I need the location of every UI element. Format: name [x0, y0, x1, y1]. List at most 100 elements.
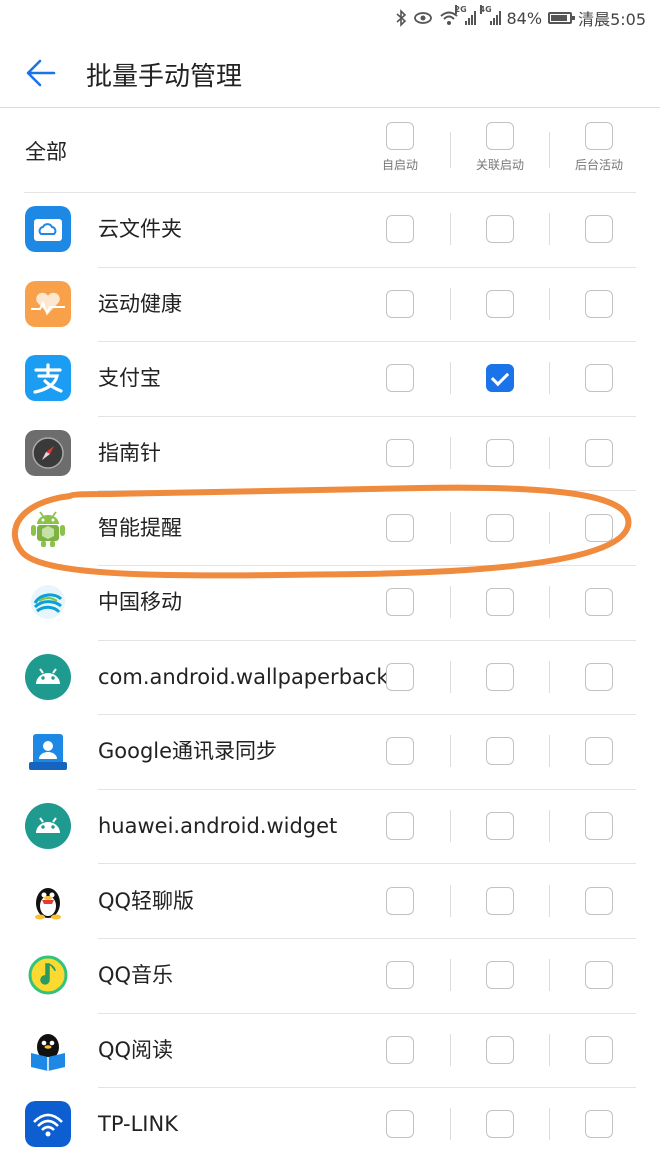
signal-4g-icon: 4G: [479, 5, 501, 25]
bg-activity-checkbox[interactable]: [585, 588, 613, 617]
bg-activity-checkbox[interactable]: [585, 1110, 613, 1139]
row-divider: [98, 1012, 636, 1014]
app-row: 运动健康: [0, 266, 660, 342]
qq-music-icon: [25, 951, 71, 998]
row-divider: [98, 341, 636, 343]
linked-start-checkbox[interactable]: [486, 737, 514, 766]
app-name: 指南针: [98, 441, 161, 466]
auto-start-checkbox[interactable]: [386, 364, 414, 393]
back-arrow-icon[interactable]: [24, 56, 58, 90]
linked-start-checkbox[interactable]: [486, 662, 514, 691]
linked-start-checkbox[interactable]: [486, 961, 514, 990]
bg-activity-checkbox[interactable]: [585, 364, 613, 393]
auto-start-column: 自启动: [360, 122, 440, 173]
select-all-label: 全部: [25, 140, 67, 164]
column-divider: [450, 362, 451, 395]
linked-start-checkbox[interactable]: [486, 588, 514, 617]
auto-start-checkbox[interactable]: [386, 737, 414, 766]
column-divider: [450, 660, 451, 693]
linked-start-checkbox[interactable]: [486, 886, 514, 915]
bg-activity-column-label: 后台活动: [574, 158, 623, 172]
bg-activity-checkbox[interactable]: [585, 439, 613, 468]
auto-start-checkbox[interactable]: [386, 1110, 414, 1139]
app-row: QQ轻聊版: [0, 863, 660, 938]
signal-2g-label: 2G: [454, 5, 467, 14]
bg-activity-checkbox[interactable]: [585, 812, 613, 841]
app-row: huawei.android.widget: [0, 788, 660, 864]
tplink-icon: [25, 1101, 71, 1148]
app-name: 中国移动: [98, 590, 182, 615]
auto-start-checkbox[interactable]: [386, 662, 414, 691]
column-divider: [549, 660, 550, 693]
column-divider: [450, 959, 451, 992]
bg-activity-checkbox[interactable]: [585, 513, 613, 542]
auto-start-checkbox[interactable]: [386, 812, 414, 841]
app-name: Google通讯录同步: [98, 739, 278, 764]
android-icon: [25, 653, 71, 700]
auto-start-checkbox[interactable]: [386, 289, 414, 318]
title-bar: 批量手动管理: [0, 36, 660, 108]
app-name: com.android.wallpaperbackup: [98, 664, 415, 689]
app-row: 指南针: [0, 415, 660, 491]
column-divider: [549, 735, 550, 768]
row-divider: [98, 490, 636, 492]
bg-activity-checkbox[interactable]: [585, 289, 613, 318]
column-divider: [450, 735, 451, 768]
bg-activity-checkbox[interactable]: [585, 961, 613, 990]
alipay-icon: [25, 355, 71, 402]
column-divider: [549, 586, 550, 619]
linked-start-column-label: 关联启动: [475, 158, 524, 172]
app-name: huawei.android.widget: [98, 814, 338, 839]
bg-activity-column: 后台活动: [559, 122, 639, 173]
auto-start-checkbox[interactable]: [386, 1035, 414, 1064]
column-divider: [549, 287, 550, 320]
select-all-auto-start-checkbox[interactable]: [386, 122, 414, 150]
app-row: Google通讯录同步: [0, 714, 660, 789]
bg-activity-checkbox[interactable]: [585, 886, 613, 915]
app-row: 智能提醒: [0, 490, 660, 565]
select-all-bg-activity-checkbox[interactable]: [585, 122, 613, 150]
app-name: QQ轻聊版: [98, 888, 195, 913]
linked-start-checkbox[interactable]: [486, 364, 514, 393]
china-mobile-icon: [25, 578, 71, 625]
linked-start-checkbox[interactable]: [486, 1110, 514, 1139]
select-all-linked-start-checkbox[interactable]: [486, 122, 514, 150]
bluetooth-icon: [395, 9, 407, 27]
bg-activity-checkbox[interactable]: [585, 737, 613, 766]
linked-start-checkbox[interactable]: [486, 513, 514, 542]
linked-start-checkbox[interactable]: [486, 289, 514, 318]
linked-start-checkbox[interactable]: [486, 812, 514, 841]
eye-comfort-icon: [413, 11, 433, 25]
column-divider: [549, 1108, 550, 1141]
app-name: QQ阅读: [98, 1037, 174, 1062]
auto-start-checkbox[interactable]: [386, 886, 414, 915]
signal-2g-icon: 2G: [454, 5, 476, 25]
row-divider: [24, 192, 636, 193]
auto-start-checkbox[interactable]: [386, 961, 414, 990]
auto-start-checkbox[interactable]: [386, 439, 414, 468]
app-name: 运动健康: [98, 291, 182, 316]
auto-start-checkbox[interactable]: [386, 588, 414, 617]
column-divider: [450, 1108, 451, 1141]
qq-penguin-icon: [25, 877, 71, 924]
select-all-row: 全部 自启动 关联启动 后台活动: [0, 108, 660, 192]
linked-start-checkbox[interactable]: [486, 439, 514, 468]
column-divider: [450, 213, 451, 246]
column-divider: [450, 884, 451, 917]
app-list: 云文件夹 运动健康 支付宝 指南针 智能提醒 中国移动 com.android.wallpa…: [0, 192, 660, 1162]
column-divider: [450, 437, 451, 470]
column-divider: [549, 362, 550, 395]
auto-start-checkbox[interactable]: [386, 215, 414, 244]
app-name: 云文件夹: [98, 217, 182, 242]
bg-activity-checkbox[interactable]: [585, 215, 613, 244]
linked-start-checkbox[interactable]: [486, 1035, 514, 1064]
signal-4g-label: 4G: [479, 5, 492, 14]
health-icon: [25, 280, 71, 327]
battery-icon: [548, 12, 576, 24]
auto-start-checkbox[interactable]: [386, 513, 414, 542]
bg-activity-checkbox[interactable]: [585, 1035, 613, 1064]
row-divider: [98, 863, 636, 865]
column-divider: [549, 437, 550, 470]
bg-activity-checkbox[interactable]: [585, 662, 613, 691]
linked-start-checkbox[interactable]: [486, 215, 514, 244]
